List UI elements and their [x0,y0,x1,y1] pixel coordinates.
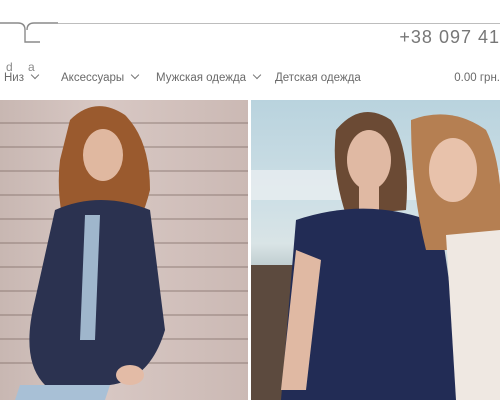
brand-logo[interactable]: d a [0,14,60,74]
hero-photo-right[interactable] [251,100,500,400]
nav-item-label: Мужская одежда [156,72,247,84]
nav-item-mens-clothing[interactable]: Мужская одежда [156,70,262,84]
nav-item-bottoms[interactable]: Низ [4,70,40,84]
models-figure-right [251,112,500,400]
cart-total[interactable]: 0.00 грн. [454,72,500,84]
model-figure-left [15,106,165,400]
nav-item-label: Низ [4,72,25,84]
logo-mark [0,22,58,43]
chevron-down-icon [30,70,40,80]
main-nav: Низ Аксессуары Мужская одежда Детская од… [0,70,500,92]
nav-item-label: Детская одежда [275,72,361,84]
header-divider [58,23,500,24]
nav-item-label: Аксессуары [61,72,125,84]
nav-item-accessories[interactable]: Аксессуары [61,70,140,84]
hero-photo-left[interactable] [0,100,248,400]
chevron-down-icon [130,70,140,80]
nav-item-kids-clothing[interactable]: Детская одежда [275,72,361,84]
site-header: d a +38 097 41 [0,0,500,74]
chevron-down-icon [252,70,262,80]
phone-number[interactable]: +38 097 41 [399,27,500,48]
